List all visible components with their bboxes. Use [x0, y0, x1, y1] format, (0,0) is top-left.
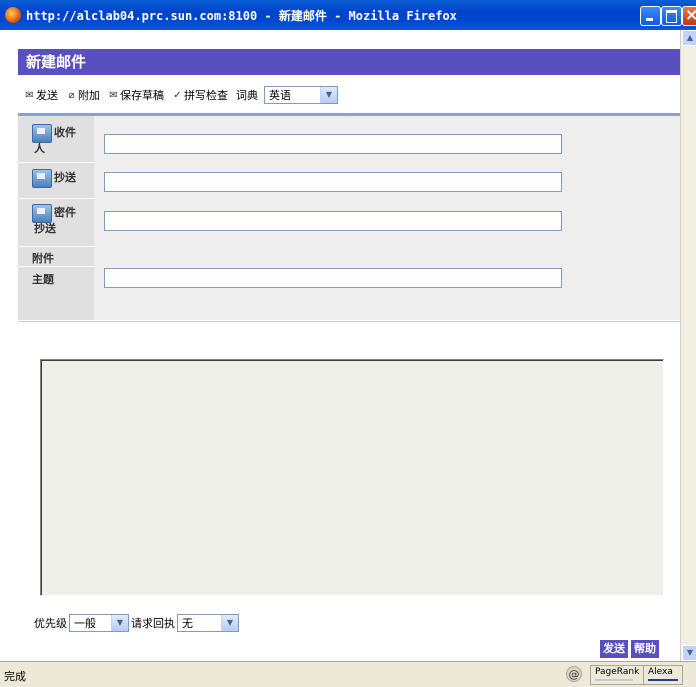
bcc-label-line2: 抄送: [34, 222, 56, 235]
window-title: http://alclab04.prc.sun.com:8100 - 新建邮件 …: [26, 9, 457, 23]
send-toolbar-label: 发送: [36, 89, 58, 102]
status-bar: 完成 @ PageRank Alexa: [0, 661, 696, 687]
address-book-icon: [32, 124, 52, 143]
message-body-area: 优先级 一般 ▼ 请求回执 无 ▼ 发送 帮助: [18, 321, 680, 661]
save-draft-button[interactable]: ✉ 保存草稿: [108, 87, 164, 103]
priority-select[interactable]: 一般 ▼: [69, 614, 129, 632]
scroll-up-icon[interactable]: ▲: [682, 30, 696, 46]
to-label[interactable]: 收件 人: [32, 124, 76, 156]
envelope-icon: ✉: [25, 89, 34, 101]
to-field[interactable]: [104, 134, 562, 154]
to-label-line2: 人: [34, 142, 45, 155]
chevron-down-icon: ▼: [111, 615, 128, 631]
bcc-label[interactable]: 密件 抄送: [32, 204, 76, 236]
priority-select-value: 一般: [74, 617, 96, 630]
attach-toolbar-button[interactable]: ⌀ 附加: [66, 87, 100, 103]
subject-field[interactable]: [104, 268, 562, 288]
divider: [18, 266, 94, 267]
cc-label[interactable]: 抄送: [32, 169, 76, 188]
spellcheck-icon: ✓: [173, 89, 182, 101]
pagerank-label: PageRank: [595, 667, 640, 677]
page-content: 新建邮件 ✉ 发送 ⌀ 附加 ✉ 保存草稿 ✓ 拼写检查 词典 英语 ▼ 收件: [0, 30, 680, 661]
divider: [18, 246, 94, 247]
spellcheck-button[interactable]: ✓ 拼写检查: [172, 87, 228, 103]
spellcheck-label: 拼写检查: [184, 89, 228, 102]
receipt-select[interactable]: 无 ▼: [177, 614, 239, 632]
alexa-label: Alexa: [648, 667, 673, 677]
pagerank-bar: [595, 679, 633, 681]
minimize-button[interactable]: [640, 6, 661, 26]
maximize-button[interactable]: [661, 6, 682, 26]
page-title: 新建邮件: [18, 49, 680, 75]
receipt-select-value: 无: [182, 617, 193, 630]
dictionary-select[interactable]: 英语 ▼: [264, 86, 338, 104]
scroll-down-icon[interactable]: ▼: [682, 645, 696, 661]
action-buttons: 发送 帮助: [600, 640, 659, 658]
pagerank-widget[interactable]: PageRank: [590, 665, 645, 685]
cc-label-text: 抄送: [54, 171, 76, 184]
attach-toolbar-label: 附加: [78, 89, 100, 102]
save-draft-icon: ✉: [109, 89, 118, 101]
header-fields: 收件 人 抄送 密件 抄送 附件 主题: [18, 113, 680, 320]
message-options: 优先级 一般 ▼ 请求回执 无 ▼: [34, 614, 241, 632]
bcc-field[interactable]: [104, 211, 562, 231]
save-draft-label: 保存草稿: [120, 89, 164, 102]
alexa-widget[interactable]: Alexa: [643, 665, 683, 685]
window-titlebar: http://alclab04.prc.sun.com:8100 - 新建邮件 …: [0, 0, 696, 30]
receipt-label: 请求回执: [131, 617, 175, 630]
send-button[interactable]: 发送: [600, 640, 628, 658]
at-sign-icon[interactable]: @: [566, 666, 582, 682]
address-book-icon: [32, 169, 52, 188]
attachments-label: 附件: [32, 252, 54, 265]
paperclip-icon: ⌀: [68, 89, 75, 101]
send-toolbar-button[interactable]: ✉ 发送: [24, 87, 58, 103]
priority-label: 优先级: [34, 617, 67, 630]
cc-field[interactable]: [104, 172, 562, 192]
status-text: 完成: [4, 670, 26, 683]
message-editor[interactable]: [40, 359, 664, 596]
to-label-line1: 收件: [54, 126, 76, 139]
divider: [18, 162, 94, 163]
bcc-label-line1: 密件: [54, 206, 76, 219]
chevron-down-icon: ▼: [320, 87, 337, 103]
chevron-down-icon: ▼: [221, 615, 238, 631]
close-button[interactable]: [682, 5, 696, 26]
firefox-icon: [5, 7, 21, 23]
address-book-icon: [32, 204, 52, 223]
subject-label: 主题: [32, 273, 54, 286]
vertical-scrollbar[interactable]: ▲ ▼: [680, 30, 696, 661]
compose-toolbar: ✉ 发送 ⌀ 附加 ✉ 保存草稿 ✓ 拼写检查 词典 英语 ▼: [24, 84, 338, 106]
dictionary-select-value: 英语: [269, 89, 291, 102]
dictionary-label: 词典: [236, 89, 258, 102]
alexa-bar: [648, 679, 678, 681]
help-button[interactable]: 帮助: [631, 640, 659, 658]
divider: [18, 198, 94, 199]
